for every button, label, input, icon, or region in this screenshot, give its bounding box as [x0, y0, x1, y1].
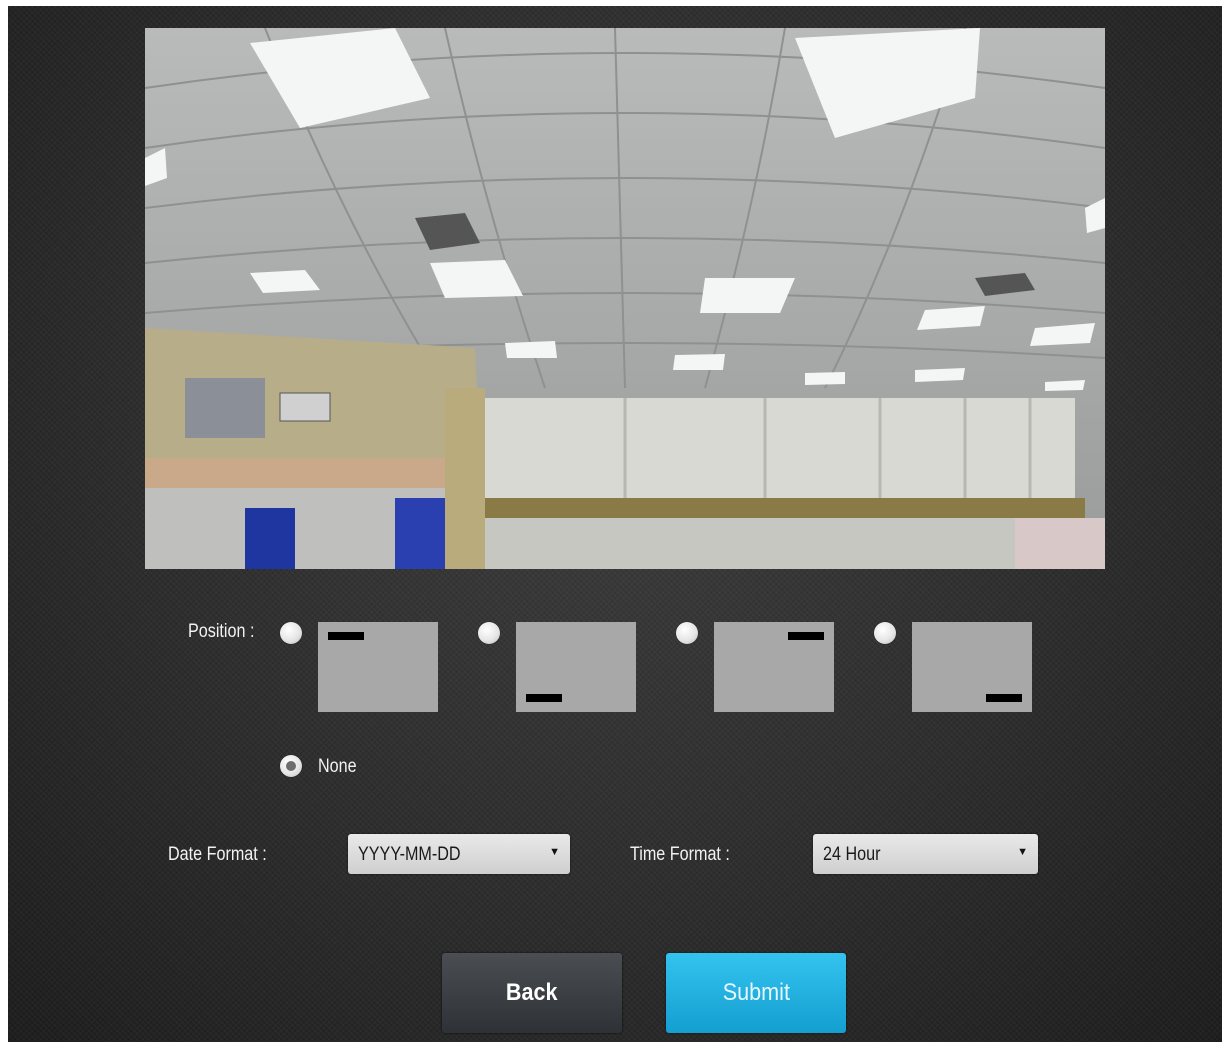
back-button-label: Back [506, 979, 558, 1006]
position-bottom-right-preview[interactable] [912, 622, 1032, 712]
position-top-left-preview[interactable] [318, 622, 438, 712]
position-none-label: None [318, 756, 357, 777]
submit-button[interactable]: Submit [666, 953, 846, 1033]
time-format-select[interactable]: 24 Hour ▼ [813, 834, 1038, 874]
time-format-value: 24 Hour [823, 844, 881, 865]
submit-button-label: Submit [722, 979, 790, 1006]
chevron-down-icon: ▼ [1017, 846, 1028, 858]
position-top-right-radio[interactable] [676, 622, 698, 644]
position-top-left-radio[interactable] [280, 622, 302, 644]
position-label: Position : [188, 621, 255, 642]
chevron-down-icon: ▼ [549, 846, 560, 858]
position-bottom-left-preview[interactable] [516, 622, 636, 712]
date-format-select[interactable]: YYYY-MM-DD ▼ [348, 834, 570, 874]
osd-settings-panel: Position : None Date Format : YYYY-MM-DD… [8, 6, 1222, 1042]
position-bottom-right-radio[interactable] [874, 622, 896, 644]
date-format-label: Date Format : [168, 844, 267, 865]
osd-marker [986, 694, 1022, 702]
camera-preview-image [145, 28, 1105, 569]
position-bottom-left-radio[interactable] [478, 622, 500, 644]
osd-marker [788, 632, 824, 640]
date-format-value: YYYY-MM-DD [358, 844, 461, 865]
osd-marker [526, 694, 562, 702]
osd-marker [328, 632, 364, 640]
time-format-label: Time Format : [630, 844, 730, 865]
position-top-right-preview[interactable] [714, 622, 834, 712]
position-none-radio[interactable] [280, 755, 302, 777]
back-button[interactable]: Back [442, 953, 622, 1033]
